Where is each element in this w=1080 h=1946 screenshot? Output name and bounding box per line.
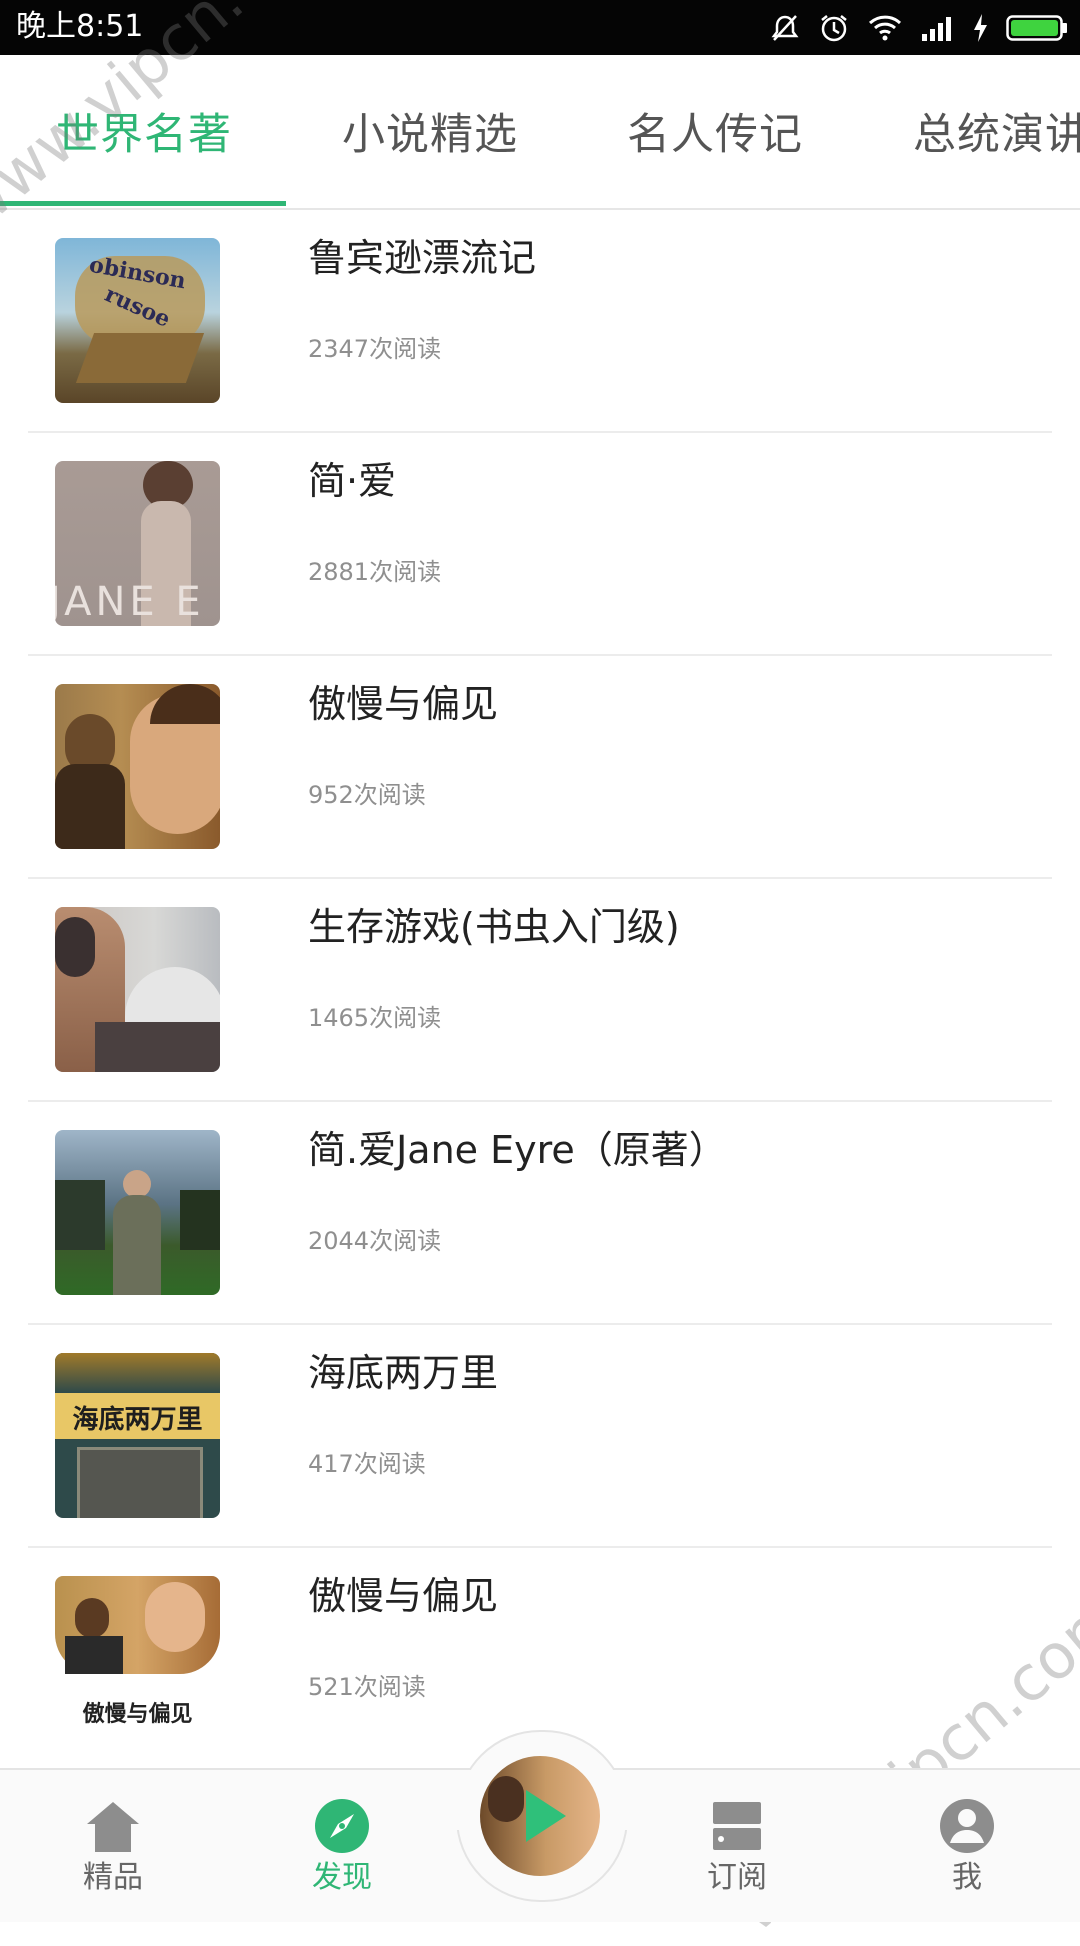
read-count: 952次阅读 bbox=[308, 781, 426, 809]
read-count: 2044次阅读 bbox=[308, 1227, 442, 1255]
book-title: 简·爱 bbox=[308, 459, 397, 503]
book-title: 傲慢与偏见 bbox=[308, 682, 499, 726]
book-title: 简.爱Jane Eyre（原著） bbox=[308, 1128, 727, 1172]
nav-item-featured[interactable]: 精品 bbox=[33, 1798, 193, 1898]
tab-world-classics[interactable]: 世界名著 bbox=[56, 105, 232, 165]
book-cover-image: obinson rusoe bbox=[55, 238, 220, 403]
nav-label: 发现 bbox=[312, 1860, 372, 1895]
nav-item-subscribe[interactable]: 订阅 bbox=[657, 1798, 817, 1898]
charging-icon bbox=[974, 14, 987, 42]
list-icon bbox=[713, 1802, 761, 1850]
category-tabs: 世界名著 小说精选 名人传记 总统演讲 bbox=[0, 55, 1080, 210]
book-cover-image: 傲慢与偏见 bbox=[55, 1576, 220, 1741]
home-icon bbox=[87, 1802, 139, 1852]
book-cover-image: 海底两万里 bbox=[55, 1353, 220, 1518]
book-title: 生存游戏(书虫入门级) bbox=[308, 905, 680, 949]
list-item[interactable]: 生存游戏(书虫入门级) 1465次阅读 bbox=[0, 879, 1080, 1102]
book-title: 傲慢与偏见 bbox=[308, 1574, 499, 1618]
book-cover-image bbox=[55, 1130, 220, 1295]
read-count: 1465次阅读 bbox=[308, 1004, 442, 1032]
status-time: 晚上8:51 bbox=[16, 9, 144, 44]
list-item[interactable]: 海底两万里 海底两万里 417次阅读 bbox=[0, 1325, 1080, 1548]
book-cover-image: JANE E bbox=[55, 461, 220, 626]
nav-item-discover[interactable]: 发现 bbox=[262, 1798, 422, 1898]
active-tab-indicator bbox=[0, 201, 286, 206]
read-count: 521次阅读 bbox=[308, 1673, 426, 1701]
book-cover-image bbox=[55, 907, 220, 1072]
tab-novel-selection[interactable]: 小说精选 bbox=[342, 105, 518, 165]
alarm-icon bbox=[821, 15, 847, 42]
list-item[interactable]: 傲慢与偏见 952次阅读 bbox=[0, 656, 1080, 879]
tab-presidential-speeches[interactable]: 总统演讲 bbox=[913, 105, 1080, 165]
tab-biographies[interactable]: 名人传记 bbox=[627, 105, 803, 165]
signal-icon bbox=[922, 17, 951, 41]
nav-label: 我 bbox=[952, 1860, 982, 1895]
compass-icon bbox=[315, 1799, 369, 1853]
read-count: 2347次阅读 bbox=[308, 335, 442, 363]
wifi-icon bbox=[868, 15, 902, 41]
now-playing-button[interactable] bbox=[480, 1756, 600, 1876]
battery-icon bbox=[1006, 15, 1067, 41]
nav-item-me[interactable]: 我 bbox=[887, 1798, 1047, 1898]
book-title: 海底两万里 bbox=[308, 1351, 499, 1395]
nav-label: 精品 bbox=[83, 1860, 143, 1895]
list-item[interactable]: JANE E 简·爱 2881次阅读 bbox=[0, 433, 1080, 656]
book-cover-image bbox=[55, 684, 220, 849]
nav-label: 订阅 bbox=[707, 1860, 767, 1895]
read-count: 417次阅读 bbox=[308, 1450, 426, 1478]
person-icon bbox=[940, 1799, 994, 1853]
muted-bell-icon bbox=[771, 15, 799, 41]
book-title: 鲁宾逊漂流记 bbox=[308, 236, 537, 280]
status-icons bbox=[770, 10, 1068, 46]
list-item[interactable]: obinson rusoe 鲁宾逊漂流记 2347次阅读 bbox=[0, 210, 1080, 433]
read-count: 2881次阅读 bbox=[308, 558, 442, 586]
status-bar: 晚上8:51 bbox=[0, 0, 1080, 55]
play-icon bbox=[526, 1790, 566, 1842]
list-item[interactable]: 简.爱Jane Eyre（原著） 2044次阅读 bbox=[0, 1102, 1080, 1325]
